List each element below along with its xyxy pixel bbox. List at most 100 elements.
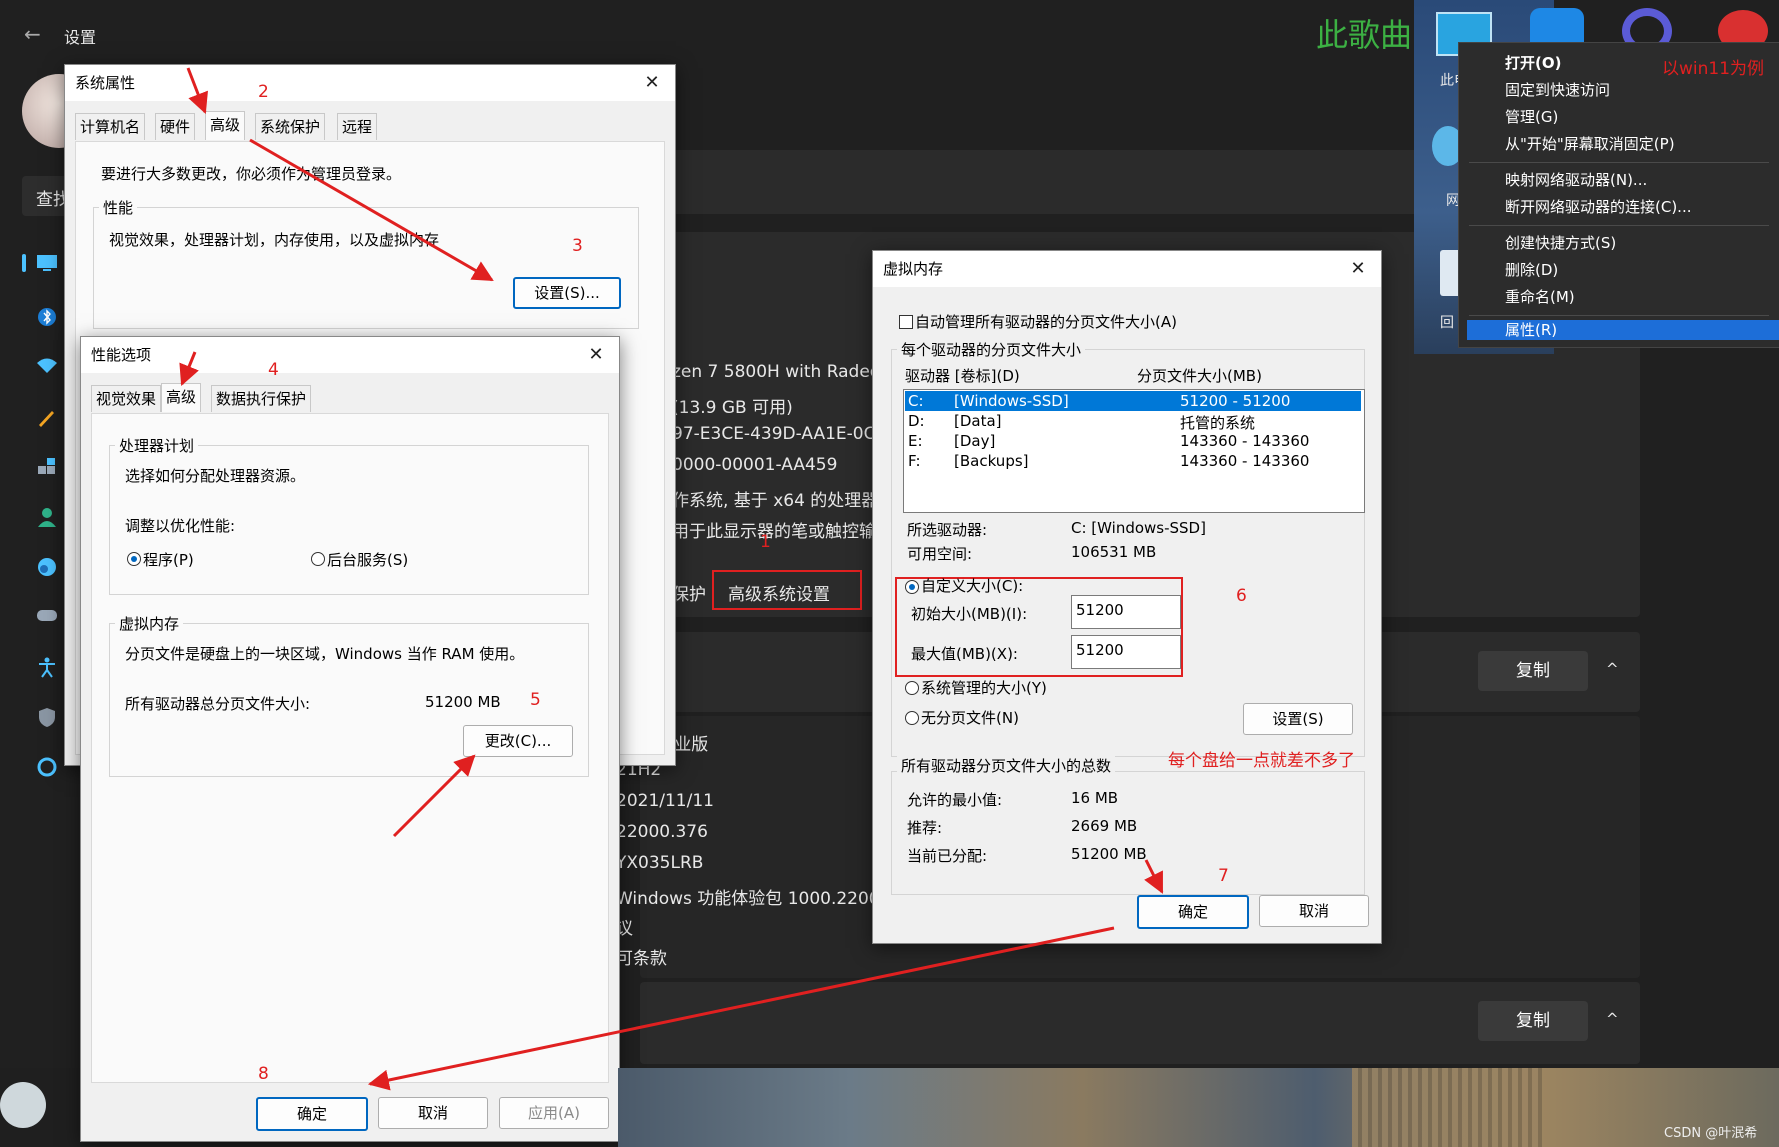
drive-letter: D: xyxy=(908,412,925,430)
tab-system-protection[interactable]: 系统保护 xyxy=(255,113,326,140)
tab-computer-name[interactable]: 计算机名 xyxy=(75,113,146,140)
spec-device-id: 97-E3CE-439D-AA1E-0C50 xyxy=(672,424,898,444)
tab-dep[interactable]: 数据执行保护 xyxy=(211,385,312,412)
tab-advanced[interactable]: 高级 xyxy=(161,383,202,412)
tab-remote[interactable]: 远程 xyxy=(337,113,378,140)
bluetooth-icon[interactable] xyxy=(36,306,58,328)
no-paging-label: 无分页文件(N) xyxy=(921,709,1019,727)
ok-button[interactable]: 确定 xyxy=(256,1097,368,1131)
win-serial: YX035LRB xyxy=(616,853,704,873)
desktop-wallpaper xyxy=(618,1068,1779,1147)
chevron-up-icon[interactable]: ^ xyxy=(1606,660,1619,678)
system-icon[interactable] xyxy=(36,254,58,276)
ok-button[interactable]: 确定 xyxy=(1137,895,1249,929)
win-experience-pack: Windows 功能体验包 1000.22000.3 xyxy=(616,889,907,909)
csdn-watermark: CSDN @叶泯希 xyxy=(1664,1126,1758,1141)
radio-custom-size[interactable] xyxy=(905,580,919,594)
accessibility-icon[interactable] xyxy=(36,656,58,678)
virtual-memory-group-label: 虚拟内存 xyxy=(115,613,184,634)
drive-letter: C: xyxy=(908,392,924,410)
menu-separator xyxy=(1469,162,1769,163)
time-language-icon[interactable] xyxy=(36,556,58,578)
dialog-title: 系统属性 xyxy=(65,65,675,101)
radio-services-label: 后台服务(S) xyxy=(327,551,409,569)
auto-manage-checkbox[interactable] xyxy=(899,315,913,329)
drive-letter: E: xyxy=(908,432,923,450)
brush-icon[interactable] xyxy=(36,406,58,428)
step-number: 3 xyxy=(572,236,583,256)
menu-item-create-shortcut[interactable]: 创建快捷方式(S) xyxy=(1459,230,1779,256)
step-number: 4 xyxy=(268,360,279,380)
system-protection-link[interactable]: 保护 xyxy=(672,580,706,605)
radio-programs-label: 程序(P) xyxy=(143,551,194,569)
close-icon[interactable]: ✕ xyxy=(581,337,611,373)
max-size-input[interactable]: 51200 xyxy=(1071,635,1181,669)
win-install-date: 2021/11/11 xyxy=(616,791,714,811)
drive-label: [Backups] xyxy=(954,452,1029,470)
set-button[interactable]: 设置(S) xyxy=(1243,703,1353,735)
menu-separator xyxy=(1469,225,1769,226)
performance-settings-button[interactable]: 设置(S)... xyxy=(513,277,621,309)
column-size-header: 分页文件大小(MB) xyxy=(1137,367,1262,385)
processor-desc: 选择如何分配处理器资源。 xyxy=(125,467,306,485)
menu-item-pin-quick-access[interactable]: 固定到快速访问 xyxy=(1459,77,1779,103)
tab-advanced[interactable]: 高级 xyxy=(205,111,246,140)
admin-note: 要进行大多数更改，你必须作为管理员登录。 xyxy=(101,165,402,183)
wifi-icon[interactable] xyxy=(36,356,58,378)
recommended-value: 2669 MB xyxy=(1071,817,1138,835)
taskbar-app-icon[interactable] xyxy=(0,1082,46,1128)
menu-item-disconnect-drive[interactable]: 断开网络驱动器的连接(C)... xyxy=(1459,194,1779,220)
apply-button[interactable]: 应用(A) xyxy=(499,1097,609,1129)
copy-windows-specs-button[interactable]: 复制 xyxy=(1478,1001,1588,1041)
step-number: 8 xyxy=(258,1064,269,1084)
menu-item-unpin-start[interactable]: 从"开始"屏幕取消固定(P) xyxy=(1459,131,1779,157)
menu-item-manage[interactable]: 管理(G) xyxy=(1459,104,1779,130)
cancel-button[interactable]: 取消 xyxy=(378,1097,488,1129)
disk-note: 每个盘给一点就差不多了 xyxy=(1168,751,1355,771)
change-button[interactable]: 更改(C)... xyxy=(463,725,573,757)
close-icon[interactable]: ✕ xyxy=(1343,251,1373,287)
menu-item-delete[interactable]: 删除(D) xyxy=(1459,257,1779,283)
tab-strip: 视觉效果 高级 数据执行保护 xyxy=(91,383,611,413)
free-space-label: 可用空间: xyxy=(907,545,973,563)
custom-size-label: 自定义大小(C): xyxy=(921,577,1024,595)
example-note: 以win11为例 xyxy=(1662,59,1765,79)
drive-size: 143360 - 143360 xyxy=(1180,432,1310,450)
drive-label: [Day] xyxy=(954,432,996,450)
totals-group-label: 所有驱动器分页文件大小的总数 xyxy=(897,755,1116,776)
radio-background-services[interactable] xyxy=(311,552,325,566)
total-paging-value: 51200 MB xyxy=(425,693,501,711)
step-number: 7 xyxy=(1218,866,1229,886)
privacy-shield-icon[interactable] xyxy=(36,706,58,728)
drive-size: 托管的系统 xyxy=(1180,414,1256,432)
back-arrow-icon[interactable]: ← xyxy=(24,22,41,46)
min-allowed-label: 允许的最小值: xyxy=(907,791,1003,809)
gaming-icon[interactable] xyxy=(36,606,58,628)
menu-item-map-drive[interactable]: 映射网络驱动器(N)... xyxy=(1459,167,1779,193)
radio-programs[interactable] xyxy=(127,552,141,566)
chevron-up-icon[interactable]: ^ xyxy=(1606,1010,1619,1028)
initial-size-label: 初始大小(MB)(I): xyxy=(911,605,1028,623)
spec-pen-touch: 用于此显示器的笔或触控输 xyxy=(672,522,876,542)
nav-active-indicator xyxy=(22,254,26,272)
copy-device-specs-button[interactable]: 复制 xyxy=(1478,651,1588,691)
radio-system-managed[interactable] xyxy=(905,681,919,695)
accounts-icon[interactable] xyxy=(36,506,58,528)
selected-drive-value: C: [Windows-SSD] xyxy=(1071,519,1206,537)
menu-item-rename[interactable]: 重命名(M) xyxy=(1459,284,1779,310)
initial-size-input[interactable]: 51200 xyxy=(1071,595,1181,629)
radio-no-paging-file[interactable] xyxy=(905,711,919,725)
menu-item-properties[interactable]: 属性(R) xyxy=(1467,320,1779,340)
great-wall-image xyxy=(1352,1068,1542,1147)
cancel-button[interactable]: 取消 xyxy=(1259,895,1369,927)
tab-hardware[interactable]: 硬件 xyxy=(155,113,196,140)
win-license-terms[interactable]: 可条款 xyxy=(616,944,667,969)
tab-visual-effects[interactable]: 视觉效果 xyxy=(91,385,162,412)
advanced-system-settings-link[interactable]: 高级系统设置 xyxy=(712,570,862,610)
virtual-memory-dialog: 虚拟内存 ✕ 自动管理所有驱动器的分页文件大小(A) 每个驱动器的分页文件大小 … xyxy=(872,250,1382,944)
apps-icon[interactable] xyxy=(36,456,58,478)
close-icon[interactable]: ✕ xyxy=(637,65,667,101)
windows-update-icon[interactable] xyxy=(36,756,58,778)
spec-system-type: 作系统, 基于 x64 的处理器 xyxy=(672,491,879,511)
selected-drive-label: 所选驱动器: xyxy=(907,521,988,539)
